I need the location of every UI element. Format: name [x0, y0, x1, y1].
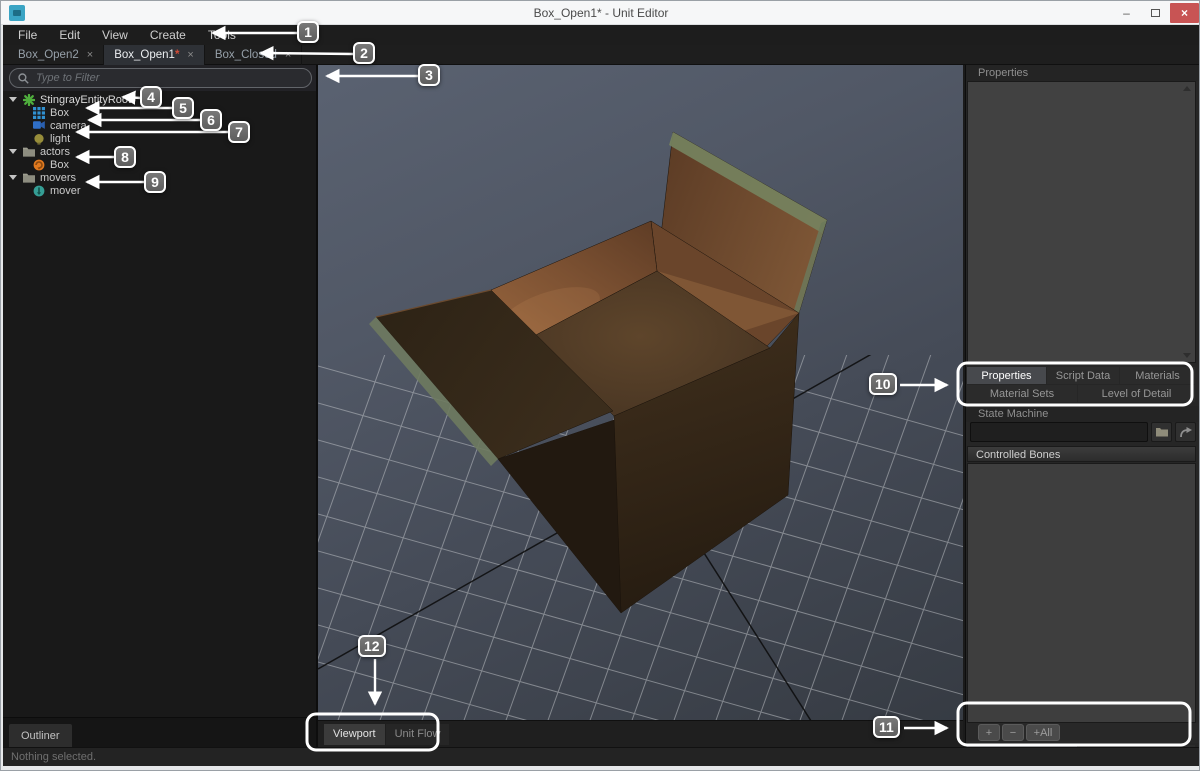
doc-tab-box-closed[interactable]: Box_Closed × [205, 45, 303, 65]
unit-editor-window: Box_Open1* - Unit Editor – × File Edit V… [0, 0, 1200, 771]
light-icon [33, 133, 45, 145]
document-tab-bar: Box_Open2 × Box_Open1* × Box_Closed × [3, 45, 1199, 65]
expander-icon[interactable] [9, 97, 17, 102]
tab-materials[interactable]: Materials [1120, 367, 1195, 384]
actor-icon [33, 159, 45, 171]
folder-icon [23, 172, 35, 184]
property-category-tabs-row2: Material Sets Level of Detail [967, 385, 1195, 402]
tab-close-icon[interactable]: × [87, 49, 93, 61]
titlebar: Box_Open1* - Unit Editor – × [1, 1, 1199, 25]
search-icon [18, 72, 29, 84]
minimize-button[interactable]: – [1112, 3, 1141, 23]
scene-3d [318, 131, 963, 720]
scroll-down-icon[interactable] [1183, 353, 1191, 358]
expander-icon[interactable] [9, 175, 17, 180]
filter-row [3, 65, 316, 91]
mover-icon [33, 185, 45, 197]
property-category-tabs-row1: Properties Script Data Materials [967, 367, 1195, 384]
expander-icon[interactable] [9, 149, 17, 154]
controlled-bones-header: Controlled Bones [967, 446, 1196, 462]
tab-script-data[interactable]: Script Data [1047, 367, 1119, 384]
tree-item-label: StingrayEntityRoot [40, 93, 132, 106]
close-button[interactable]: × [1170, 3, 1199, 23]
viewport-canvas[interactable] [318, 65, 963, 720]
window-title: Box_Open1* - Unit Editor [533, 6, 669, 20]
state-machine-input[interactable] [971, 423, 1147, 441]
tree-item-label: actors [40, 145, 70, 158]
browse-button[interactable] [1151, 422, 1172, 442]
tab-unit-flow[interactable]: Unit Flow [385, 723, 450, 745]
menu-create[interactable]: Create [139, 25, 197, 45]
apply-button[interactable] [1175, 422, 1196, 442]
menu-tools[interactable]: Tools [197, 25, 247, 45]
mesh-icon [33, 106, 45, 119]
tree-actors-folder[interactable]: actors [9, 145, 70, 158]
menu-view[interactable]: View [91, 25, 139, 45]
tab-viewport[interactable]: Viewport [324, 723, 385, 745]
folder-icon [1155, 428, 1168, 437]
tab-level-of-detail[interactable]: Level of Detail [1078, 385, 1195, 402]
menu-bar: File Edit View Create Tools [3, 25, 1199, 45]
state-machine-header: State Machine [966, 406, 1199, 422]
doc-tab-label: Box_Open1* [114, 49, 180, 61]
outliner-tab-strip: Outliner [3, 717, 316, 748]
state-machine-field [970, 422, 1148, 442]
dirty-indicator: * [174, 49, 180, 61]
menu-edit[interactable]: Edit [48, 25, 91, 45]
doc-tab-box-open1[interactable]: Box_Open1* × [104, 45, 205, 65]
tree-actor-box[interactable]: Box [33, 158, 69, 171]
tree-item-label: camera [50, 119, 87, 132]
tree-camera[interactable]: camera [33, 119, 87, 132]
remove-bone-button[interactable]: − [1002, 724, 1024, 741]
outliner-tab[interactable]: Outliner [9, 724, 72, 748]
cardboard-box-model [369, 131, 828, 614]
filter-pill [9, 68, 312, 88]
status-text: Nothing selected. [11, 751, 96, 763]
doc-tab-label: Box_Closed [214, 49, 277, 61]
tab-properties[interactable]: Properties [967, 367, 1046, 384]
outliner-panel: StingrayEntityRoot Box [3, 65, 318, 748]
viewport-panel: Viewport Unit Flow [318, 65, 963, 747]
tree-box[interactable]: Box [33, 106, 69, 119]
tree-item-label: Box [50, 106, 69, 119]
tree-item-label: mover [50, 184, 81, 197]
doc-tab-box-open2[interactable]: Box_Open2 × [8, 45, 105, 65]
tree-item-label: movers [40, 171, 77, 184]
properties-panel: Properties Properties Script Data Materi… [965, 65, 1199, 766]
tab-close-icon[interactable]: × [187, 49, 193, 61]
maximize-button[interactable] [1141, 3, 1170, 23]
scroll-up-icon[interactable] [1183, 86, 1191, 91]
bone-button-bar: + − +All [966, 723, 1199, 743]
tree-stingray-entity-root[interactable]: StingrayEntityRoot [9, 93, 131, 106]
filter-input[interactable] [34, 71, 303, 85]
tree-mover[interactable]: mover [33, 184, 81, 197]
tree-item-label: light [50, 132, 71, 145]
maximize-icon [1151, 9, 1160, 17]
entity-root-icon [23, 93, 35, 106]
app-body: File Edit View Create Tools Box_Open2 × … [3, 25, 1199, 766]
viewport-tab-bar: Viewport Unit Flow [318, 720, 963, 747]
folder-icon [23, 146, 35, 158]
add-all-bones-button[interactable]: +All [1026, 724, 1060, 741]
tree-light[interactable]: light [33, 132, 70, 145]
curved-arrow-icon [1180, 426, 1192, 437]
properties-content [967, 81, 1196, 363]
menu-file[interactable]: File [7, 25, 48, 45]
properties-header: Properties [966, 65, 1199, 81]
doc-tab-label: Box_Open2 [18, 49, 79, 61]
tree-item-label: Box [50, 158, 69, 171]
add-bone-button[interactable]: + [978, 724, 1000, 741]
tab-material-sets[interactable]: Material Sets [967, 385, 1077, 402]
tab-close-icon[interactable]: × [285, 49, 291, 61]
status-bar: Nothing selected. [3, 747, 1199, 766]
controlled-bones-list [967, 463, 1196, 723]
tree-movers-folder[interactable]: movers [9, 171, 76, 184]
camera-icon [33, 120, 45, 132]
